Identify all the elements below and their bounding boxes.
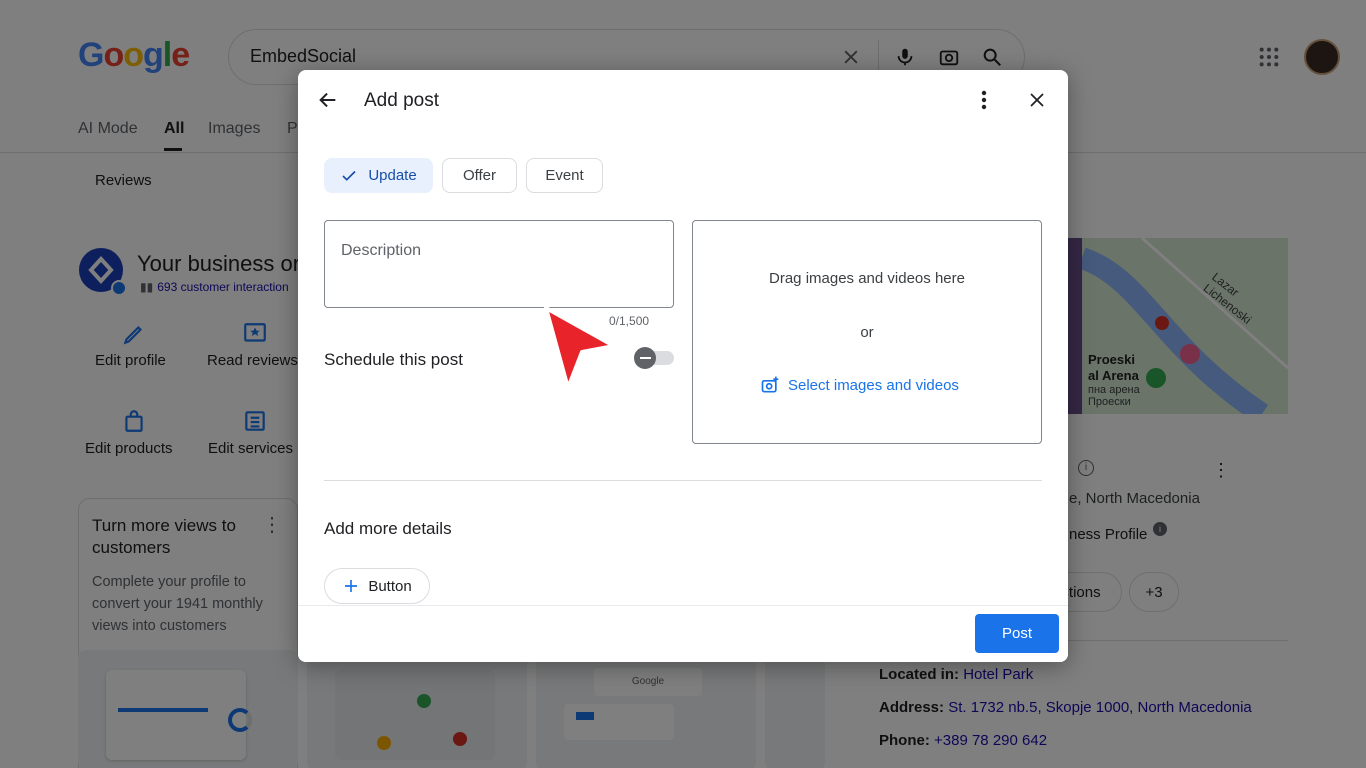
close-icon[interactable] [1021, 84, 1053, 116]
post-button[interactable]: Post [975, 614, 1059, 653]
dialog-footer [298, 605, 1068, 662]
description-field[interactable] [324, 220, 674, 308]
select-media-link[interactable]: Select images and videos [760, 375, 959, 395]
dialog-more-icon[interactable] [968, 84, 1000, 116]
add-photo-icon [761, 376, 779, 393]
chip-offer[interactable]: Offer [442, 158, 517, 193]
add-post-dialog: Add post Update Offer Event Description … [298, 70, 1068, 662]
description-placeholder: Description [341, 242, 422, 259]
dialog-title: Add post [364, 90, 439, 111]
section-divider [324, 480, 1042, 481]
add-button-button[interactable]: Button [324, 568, 430, 604]
chip-event[interactable]: Event [526, 158, 603, 193]
drop-or: or [860, 324, 874, 341]
plus-icon [345, 580, 358, 592]
chip-update[interactable]: Update [324, 158, 433, 193]
schedule-toggle-knob[interactable] [634, 347, 656, 369]
check-icon [342, 170, 356, 181]
drop-text: Drag images and videos here [769, 270, 965, 287]
more-details-heading: Add more details [324, 519, 452, 538]
back-arrow-icon[interactable] [312, 84, 344, 116]
schedule-label: Schedule this post [324, 350, 463, 369]
pointer-cursor-icon [540, 300, 630, 400]
